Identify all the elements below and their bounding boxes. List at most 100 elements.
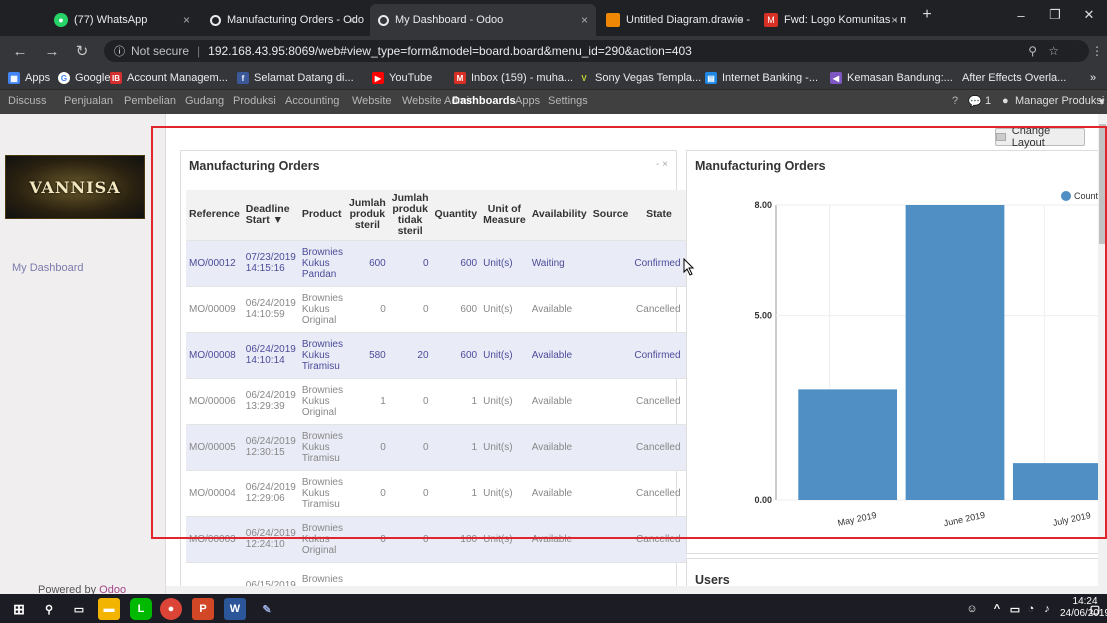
app-icon[interactable]: ✎ — [256, 598, 278, 620]
powerpoint-icon[interactable]: P — [192, 598, 214, 620]
tab-manufacturing-orders[interactable]: Manufacturing Orders - Odoo × — [202, 4, 364, 36]
bookmark-apps[interactable]: ▦ Apps — [8, 70, 50, 86]
url-input[interactable]: ⓘ Not secure | 192.168.43.95:8069/web#vi… — [104, 40, 1089, 62]
legend-label[interactable]: Count — [1074, 191, 1099, 201]
zoom-icon[interactable]: ⚲ — [1028, 44, 1037, 58]
table-row[interactable]: MO/00006 06/24/2019 13:29:39 Brownies Kukus O… — [186, 377, 687, 424]
chevron-down-icon[interactable]: ▾ — [1099, 95, 1105, 108]
new-tab-icon[interactable]: + — [910, 0, 944, 30]
vertical-scrollbar[interactable] — [1098, 114, 1107, 594]
cell-quantity: 1 — [431, 423, 481, 470]
cell-source — [589, 423, 632, 470]
close-icon[interactable]: × — [891, 13, 898, 27]
file-explorer-icon[interactable]: ▬ — [98, 598, 120, 620]
bookmark-google[interactable]: G Google — [58, 70, 110, 86]
table-row[interactable]: MO/00012 07/23/2019 14:15:16 Brownies Kukus P… — [186, 239, 687, 286]
cell-product: Brownies Kukus Tiramisu — [298, 469, 346, 516]
bookmark-kemasan[interactable]: ◀ Kemasan Bandung:... — [830, 70, 953, 86]
tab-gmail[interactable]: M Fwd: Logo Komunitas - muhar × — [756, 4, 906, 36]
user-avatar[interactable]: ● — [1002, 95, 1009, 107]
cell-availability: Available — [528, 423, 590, 470]
horizontal-scrollbar[interactable] — [166, 586, 1098, 594]
back-icon[interactable]: ← — [10, 41, 30, 61]
tab-whatsapp[interactable]: ● (77) WhatsApp × — [46, 4, 198, 36]
menu-gudang[interactable]: Gudang — [185, 95, 224, 107]
col-uom[interactable]: Unit of Measure — [480, 190, 529, 240]
menu-website[interactable]: Website — [352, 95, 392, 107]
user-menu[interactable]: Manager Produksi — [1015, 95, 1104, 107]
chart-bar[interactable] — [798, 389, 898, 500]
bookmark-account[interactable]: IB Account Managem... — [110, 70, 228, 86]
bookmark-facebook[interactable]: f Selamat Datang di... — [237, 70, 354, 86]
col-state[interactable]: State — [631, 190, 687, 240]
table-row[interactable]: MO/00005 06/24/2019 12:30:15 Brownies Kukus T… — [186, 423, 687, 470]
people-icon[interactable]: ☺ — [962, 598, 982, 620]
col-steril[interactable]: Jumlah produk steril — [345, 190, 389, 240]
menu-dashboards[interactable]: Dashboards — [452, 95, 516, 107]
more-bookmarks-icon[interactable]: » — [1090, 70, 1096, 86]
star-icon[interactable]: ☆ — [1048, 44, 1059, 58]
chevron-up-icon[interactable]: ^ — [990, 598, 1004, 620]
vegas-icon: V — [581, 73, 587, 83]
maximize-icon[interactable]: ❐ — [1038, 0, 1072, 30]
menu-pembelian[interactable]: Pembelian — [124, 95, 176, 107]
y-tick-label: 5.00 — [754, 311, 772, 321]
menu-penjualan[interactable]: Penjualan — [64, 95, 113, 107]
cell-uom: Unit(s) — [480, 515, 529, 562]
cell-availability: Available — [528, 377, 590, 424]
tab-my-dashboard[interactable]: My Dashboard - Odoo × — [370, 4, 596, 36]
col-tidak-steril[interactable]: Jumlah produk tidak steril — [388, 190, 432, 240]
cell-tidak-steril: 0 — [388, 423, 432, 470]
minimize-icon[interactable]: – — [1004, 0, 1038, 30]
menu-settings[interactable]: Settings — [548, 95, 588, 107]
col-availability[interactable]: Availability — [528, 190, 590, 240]
chat-icon[interactable]: 💬 — [968, 95, 982, 108]
chart-bar[interactable] — [1012, 463, 1101, 500]
panel-controls[interactable]: - × — [656, 159, 668, 170]
menu-produksi[interactable]: Produksi — [233, 95, 276, 107]
layout-icon — [996, 133, 1006, 141]
close-icon[interactable]: × — [581, 13, 588, 27]
table-row[interactable]: MO/00008 06/24/2019 14:10:14 Brownies Kukus T… — [186, 331, 687, 378]
chrome-icon[interactable]: ● — [160, 598, 182, 620]
menu-icon[interactable]: ⋮ — [1087, 41, 1107, 61]
chart-bar[interactable] — [905, 205, 1005, 500]
col-quantity[interactable]: Quantity — [431, 190, 481, 240]
facebook-icon: f — [237, 72, 249, 84]
close-icon[interactable]: × — [183, 13, 190, 27]
close-icon[interactable]: × — [349, 13, 356, 27]
search-icon[interactable]: ⚲ — [38, 598, 60, 620]
close-window-icon[interactable]: ✕ — [1072, 0, 1106, 30]
sidebar-item-my-dashboard[interactable]: My Dashboard — [12, 262, 84, 274]
col-reference[interactable]: Reference — [186, 190, 243, 240]
help-icon[interactable]: ? — [952, 95, 958, 107]
windows-start-icon[interactable]: ⊞ — [8, 598, 30, 620]
bookmark-after-effects[interactable]: After Effects Overla... — [962, 70, 1066, 86]
notification-icon[interactable]: ▢ — [1086, 598, 1104, 620]
col-source[interactable]: Source — [589, 190, 632, 240]
bookmark-sony-vegas[interactable]: V Sony Vegas Templa... — [578, 70, 701, 86]
close-icon[interactable]: × — [737, 13, 744, 27]
table-row[interactable]: MO/00003 06/24/2019 12:24:10 Brownies Kukus O… — [186, 515, 687, 562]
word-icon[interactable]: W — [224, 598, 246, 620]
info-icon[interactable]: ⓘ — [114, 43, 125, 59]
tab-label: Untitled Diagram.drawio - drav — [626, 14, 752, 26]
cell-steril: 580 — [345, 331, 389, 378]
tab-drawio[interactable]: Untitled Diagram.drawio - drav × — [598, 4, 752, 36]
forward-icon[interactable]: → — [42, 41, 62, 61]
cell-product: Brownies Kukus Original — [298, 377, 346, 424]
menu-accounting[interactable]: Accounting — [285, 95, 339, 107]
task-view-icon[interactable]: ▭ — [68, 598, 90, 620]
reload-icon[interactable]: ↻ — [72, 41, 92, 61]
menu-discuss[interactable]: Discuss — [8, 95, 47, 107]
bookmark-inbox[interactable]: M Inbox (159) - muha... — [454, 70, 573, 86]
line-app-icon[interactable]: L — [130, 598, 152, 620]
table-row[interactable]: MO/00009 06/24/2019 14:10:59 Brownies Kukus O… — [186, 285, 687, 332]
col-product[interactable]: Product — [298, 190, 346, 240]
menu-apps[interactable]: Apps — [515, 95, 540, 107]
table-row[interactable]: MO/00004 06/24/2019 12:29:06 Brownies Kukus T… — [186, 469, 687, 516]
col-deadline[interactable]: Deadline Start ▼ — [242, 190, 299, 240]
change-layout-button[interactable]: Change Layout — [995, 125, 1085, 149]
bookmark-youtube[interactable]: ▶ YouTube — [372, 70, 432, 86]
bookmark-internet-banking[interactable]: ▤ Internet Banking -... — [705, 70, 818, 86]
